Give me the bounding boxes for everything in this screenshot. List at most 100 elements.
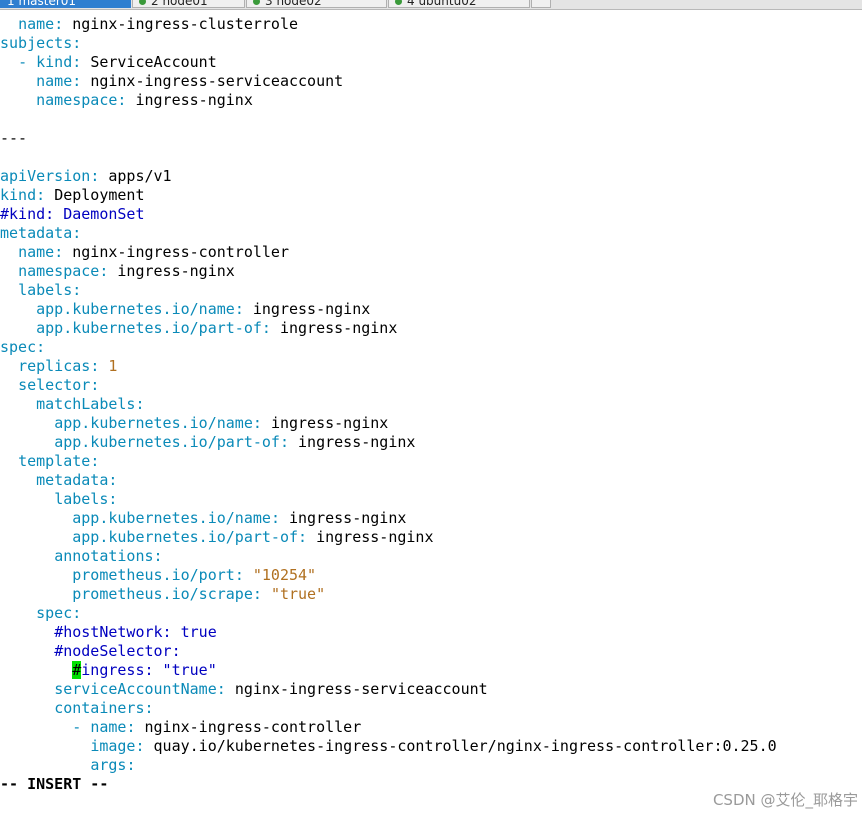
code-line: kind: Deployment: [0, 186, 862, 205]
code-line: - name: nginx-ingress-controller: [0, 718, 862, 737]
code-line: app.kubernetes.io/part-of: ingress-nginx: [0, 433, 862, 452]
yaml-separator: :: [36, 186, 55, 204]
code-line: matchLabels:: [0, 395, 862, 414]
code-line: app.kubernetes.io/part-of: ingress-nginx: [0, 319, 862, 338]
yaml-number: 1: [108, 357, 118, 375]
status-dot-icon: [253, 0, 260, 5]
yaml-separator: :: [72, 224, 82, 242]
yaml-separator: :: [54, 243, 73, 261]
code-line: prometheus.io/port: "10254": [0, 566, 862, 585]
yaml-separator: :: [90, 452, 100, 470]
code-line: name: nginx-ingress-clusterrole: [0, 15, 862, 34]
yaml-value: ServiceAccount: [90, 53, 217, 71]
code-line: app.kubernetes.io/part-of: ingress-nginx: [0, 528, 862, 547]
yaml-separator: :: [90, 376, 100, 394]
tab-label: 4 ubuntu02: [407, 0, 477, 8]
status-dot-icon: [395, 0, 402, 5]
yaml-key: serviceAccountName: [54, 680, 217, 698]
yaml-string: "true": [270, 585, 326, 603]
code-line: app.kubernetes.io/name: ingress-nginx: [0, 509, 862, 528]
yaml-separator: :: [99, 262, 118, 280]
yaml-separator: :: [90, 167, 109, 185]
yaml-value: ingress-nginx: [270, 414, 389, 432]
terminal-tab-bar: 1 master01 2 node01 3 node02 4 ubuntu02: [0, 0, 862, 10]
yaml-key: kind: [0, 186, 37, 204]
yaml-key: prometheus.io/port: [72, 566, 235, 584]
code-line: app.kubernetes.io/name: ingress-nginx: [0, 300, 862, 319]
code-line: #nodeSelector:: [0, 642, 862, 661]
yaml-separator: :: [216, 680, 235, 698]
yaml-separator: :: [126, 718, 145, 736]
yaml-key: annotations: [54, 547, 154, 565]
yaml-separator: :: [36, 338, 46, 356]
yaml-key: prometheus.io/scrape: [72, 585, 253, 603]
yaml-separator: :: [72, 604, 82, 622]
yaml-value: ingress-nginx: [252, 300, 371, 318]
yaml-key: spec: [0, 338, 37, 356]
code-line: annotations:: [0, 547, 862, 566]
yaml-value: ingress-nginx: [316, 528, 434, 546]
tab-master01[interactable]: 1 master01: [0, 0, 131, 8]
vim-editor[interactable]: name: nginx-ingress-clusterrole subjects:…: [0, 15, 862, 794]
yaml-value: ingress-nginx: [135, 91, 253, 109]
yaml-key: app.kubernetes.io/name: [72, 509, 271, 527]
yaml-separator: :: [72, 53, 91, 71]
yaml-separator: :: [279, 433, 299, 451]
code-line: app.kubernetes.io/name: ingress-nginx: [0, 414, 862, 433]
code-line: replicas: 1: [0, 357, 862, 376]
yaml-value: nginx-ingress-serviceaccount: [90, 72, 344, 90]
yaml-separator: :: [252, 585, 271, 603]
tab-node01[interactable]: 2 node01: [132, 0, 245, 8]
code-line: selector:: [0, 376, 862, 395]
text-cursor: #: [72, 661, 82, 679]
yaml-value: nginx-ingress-serviceaccount: [234, 680, 488, 698]
tab-label: 2 node01: [151, 0, 208, 8]
yaml-separator: :: [90, 357, 109, 375]
yaml-key: namespace: [18, 262, 100, 280]
tab-node02[interactable]: 3 node02: [246, 0, 387, 8]
watermark: CSDN @艾伦_耶格宇: [712, 791, 858, 809]
yaml-value: ingress-nginx: [117, 262, 235, 280]
status-dot-icon: [139, 0, 146, 5]
code-line: prometheus.io/scrape: "true": [0, 585, 862, 604]
code-line: ---: [0, 129, 862, 148]
yaml-separator: :: [117, 91, 136, 109]
yaml-key: app.kubernetes.io/part-of: [36, 319, 262, 337]
yaml-key: template: [18, 452, 91, 470]
yaml-key: metadata: [0, 224, 73, 242]
code-line: image: quay.io/kubernetes-ingress-contro…: [0, 737, 862, 756]
yaml-key: app.kubernetes.io/name: [36, 300, 235, 318]
yaml-key: subjects: [0, 34, 73, 52]
yaml-value: nginx-ingress-controller: [72, 243, 289, 261]
yaml-key: labels: [54, 490, 109, 508]
yaml-key: kind: [36, 53, 73, 71]
code-text: ---: [0, 129, 28, 147]
yaml-separator: :: [108, 490, 118, 508]
yaml-key: spec: [36, 604, 73, 622]
tab-overflow-button[interactable]: [531, 0, 551, 8]
code-line: namespace: ingress-nginx: [0, 91, 862, 110]
tab-label: 3 node02: [265, 0, 322, 8]
tab-ubuntu02[interactable]: 4 ubuntu02: [388, 0, 530, 8]
yaml-separator: :: [144, 699, 154, 717]
yaml-key: app.kubernetes.io/part-of: [72, 528, 299, 546]
